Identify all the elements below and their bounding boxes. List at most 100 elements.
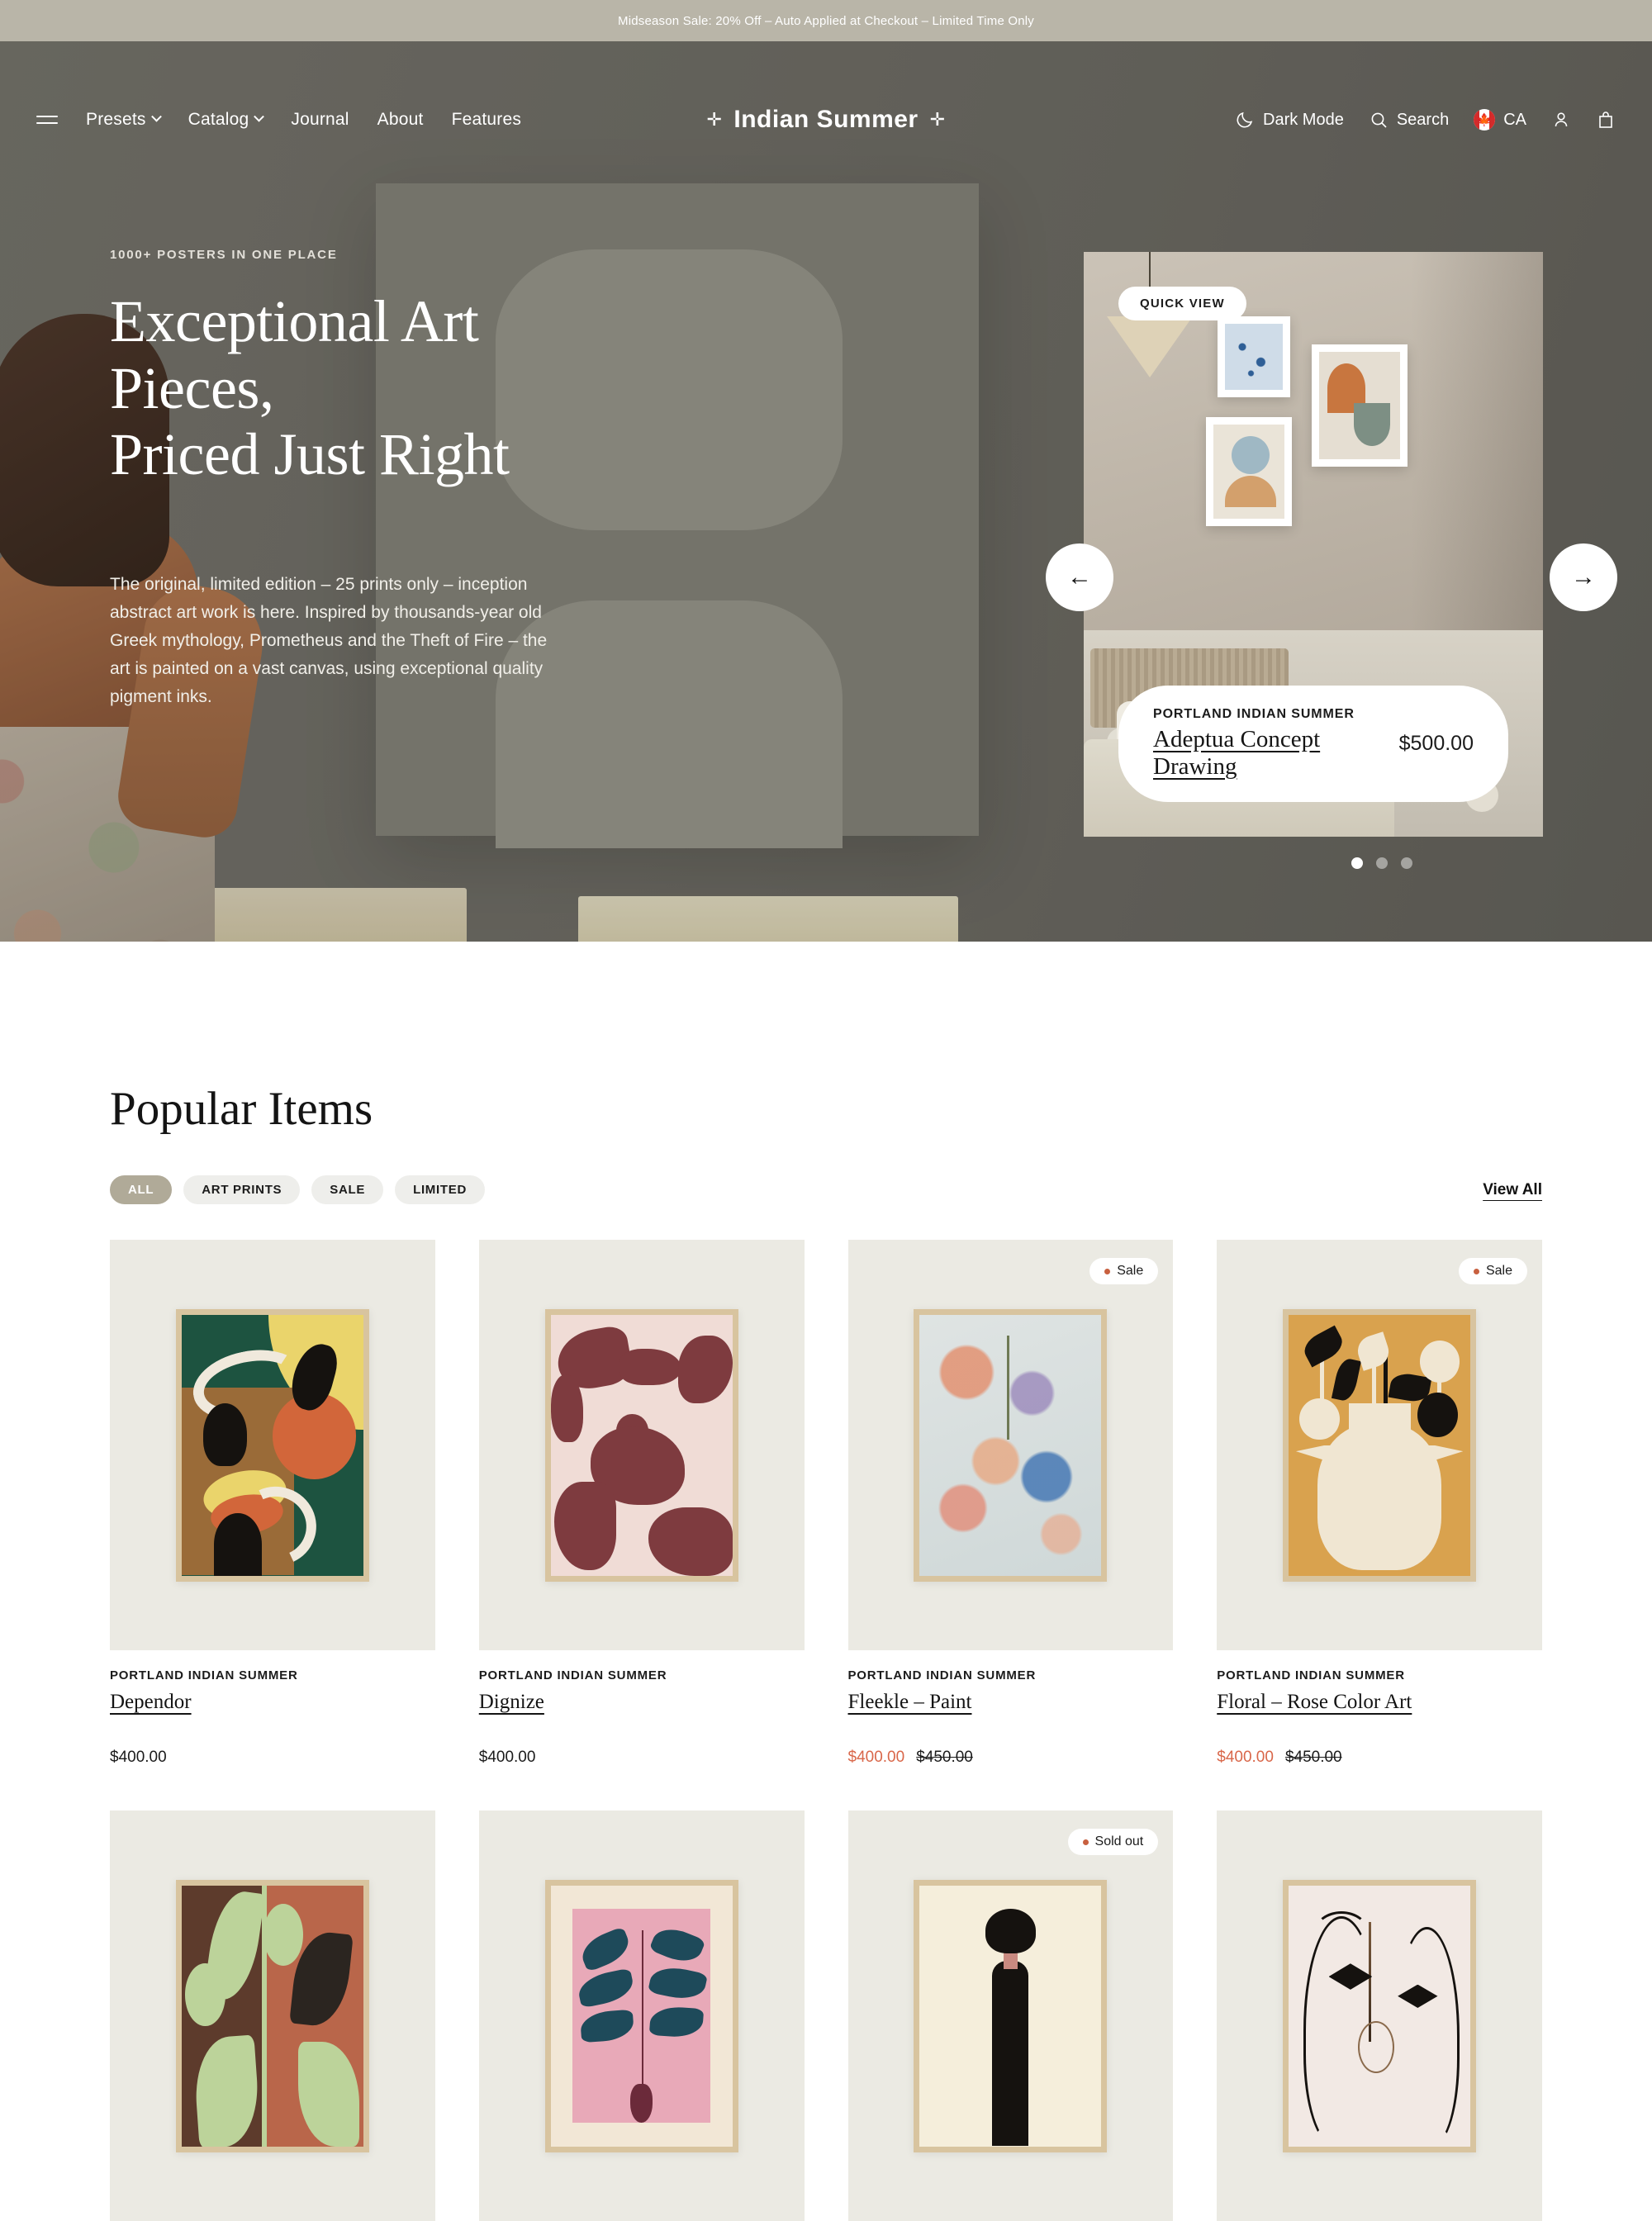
- product-frame: [175, 1308, 369, 1582]
- product-thumbnail[interactable]: [478, 1810, 805, 2221]
- maple-leaf-glyph: 🍁: [1476, 112, 1493, 127]
- product-prices: $400.00: [479, 1749, 805, 1767]
- hero-copy: 1000+ POSTERS IN ONE PLACE Exceptional A…: [110, 248, 622, 711]
- product-thumbnail[interactable]: [110, 1810, 435, 2221]
- product-artwork: [181, 1314, 363, 1576]
- product-frame: [914, 1879, 1108, 2152]
- search-button[interactable]: Search: [1369, 110, 1449, 130]
- product-vendor: PORTLAND INDIAN SUMMER: [1217, 1668, 1405, 1682]
- search-icon: [1371, 112, 1387, 128]
- badge-label: Sold out: [1094, 1834, 1144, 1848]
- product-artwork: [181, 1885, 363, 2147]
- nav-item-journal[interactable]: Journal: [291, 110, 349, 130]
- hero-title-line-2: Priced Just Right: [110, 421, 510, 488]
- product-card[interactable]: [1217, 1810, 1542, 2221]
- dark-mode-label: Dark Mode: [1263, 110, 1344, 129]
- product-name[interactable]: Floral – Rose Color Art: [1217, 1691, 1412, 1714]
- product-thumbnail[interactable]: [1217, 1810, 1542, 2221]
- product-artwork: [550, 1885, 733, 2147]
- product-frame: [175, 1879, 369, 2152]
- product-card[interactable]: PORTLAND INDIAN SUMMER Dignize $400.00: [478, 1240, 805, 1767]
- carousel-dot-3[interactable]: [1401, 857, 1412, 869]
- quick-view-button[interactable]: QUICK VIEW: [1118, 287, 1246, 320]
- main-navigation: Presets Catalog Journal About Features ✛…: [0, 83, 1652, 157]
- product-frame: [1283, 1879, 1477, 2152]
- hero-section: Presets Catalog Journal About Features ✛…: [0, 41, 1652, 942]
- product-price: $400.00: [1217, 1749, 1274, 1766]
- product-artwork: [1289, 1885, 1471, 2147]
- product-prices: $400.00 $450.00: [1217, 1749, 1542, 1767]
- product-artwork: [1289, 1314, 1471, 1576]
- account-icon[interactable]: [1551, 110, 1571, 130]
- site-logo[interactable]: ✛ Indian Summer ✛: [706, 106, 945, 134]
- product-frame: [544, 1308, 738, 1582]
- product-card[interactable]: Sale PORTLAND INDIAN SUMMER Floral – Ros…: [1217, 1240, 1542, 1767]
- carousel-dot-2[interactable]: [1376, 857, 1388, 869]
- hero-carousel-slide[interactable]: QUICK VIEW PORTLAND INDIAN SUMMER Adeptu…: [1084, 252, 1543, 837]
- pendant-lamp-icon: [1107, 316, 1193, 377]
- dark-mode-toggle[interactable]: Dark Mode: [1235, 110, 1344, 130]
- hero-product-title[interactable]: Adeptua Concept Drawing: [1153, 726, 1383, 781]
- filter-pill-all[interactable]: ALL: [110, 1175, 173, 1204]
- product-thumbnail[interactable]: [478, 1240, 805, 1650]
- nav-item-presets[interactable]: Presets: [86, 110, 162, 130]
- carousel-pagination-dots: [1351, 857, 1412, 869]
- country-selector[interactable]: 🍁 CA: [1474, 109, 1526, 131]
- product-meta: PORTLAND INDIAN SUMMER Dignize $400.00: [479, 1650, 805, 1767]
- product-thumbnail[interactable]: Sale: [847, 1240, 1174, 1650]
- badge-dot-icon: [1473, 1268, 1479, 1274]
- filter-pills: ALL ART PRINTS SALE LIMITED: [110, 1175, 485, 1204]
- product-meta: PORTLAND INDIAN SUMMER Dependor $400.00: [110, 1650, 435, 1767]
- status-badge: Sale: [1458, 1258, 1527, 1284]
- popular-items-section: Popular Items ALL ART PRINTS SALE LIMITE…: [0, 942, 1652, 2221]
- product-frame: [1283, 1308, 1477, 1582]
- hero-title: Exceptional Art Pieces, Priced Just Righ…: [110, 288, 622, 488]
- room-framed-art-2: [1312, 344, 1408, 467]
- nav-item-features[interactable]: Features: [452, 110, 521, 130]
- carousel-dot-1[interactable]: [1351, 857, 1363, 869]
- product-name[interactable]: Dignize: [479, 1691, 544, 1714]
- product-prices: $400.00: [110, 1749, 435, 1767]
- product-card[interactable]: Sold out: [847, 1810, 1174, 2221]
- product-card[interactable]: PORTLAND INDIAN SUMMER Dependor $400.00: [110, 1240, 435, 1767]
- logo-text: Indian Summer: [733, 106, 919, 133]
- product-thumbnail[interactable]: [110, 1240, 435, 1650]
- room-framed-art-3: [1206, 417, 1292, 526]
- hero-paragraph: The original, limited edition – 25 print…: [110, 574, 548, 706]
- product-name[interactable]: Dependor: [110, 1691, 192, 1714]
- carousel-next-button[interactable]: →: [1550, 543, 1617, 611]
- hamburger-menu-icon[interactable]: [36, 114, 58, 126]
- product-compare-price: $450.00: [916, 1749, 973, 1766]
- nav-left-group: Presets Catalog Journal About Features: [36, 110, 521, 130]
- product-price: $400.00: [110, 1749, 167, 1766]
- hero-title-line-1: Exceptional Art Pieces,: [110, 288, 479, 421]
- product-frame: [544, 1879, 738, 2152]
- product-artwork: [550, 1314, 733, 1576]
- nav-item-catalog[interactable]: Catalog: [188, 110, 265, 130]
- filter-pill-limited[interactable]: LIMITED: [395, 1175, 485, 1204]
- country-label: CA: [1503, 110, 1526, 129]
- product-price: $400.00: [847, 1749, 905, 1766]
- hero-product-price: $500.00: [1398, 732, 1474, 755]
- view-all-link[interactable]: View All: [1483, 1181, 1542, 1199]
- product-card[interactable]: Sale PORTLAND INDIAN SUMMER Fleekle – Pa…: [847, 1240, 1174, 1767]
- moon-icon: [1237, 112, 1253, 128]
- product-meta: PORTLAND INDIAN SUMMER Fleekle – Paint $…: [848, 1650, 1174, 1767]
- filter-pill-sale[interactable]: SALE: [311, 1175, 384, 1204]
- badge-dot-icon: [1104, 1268, 1111, 1274]
- nav-utilities: Dark Mode Search 🍁 CA: [1235, 109, 1616, 131]
- carousel-prev-button[interactable]: ←: [1046, 543, 1113, 611]
- filter-pill-art-prints[interactable]: ART PRINTS: [183, 1175, 301, 1204]
- product-card[interactable]: [110, 1810, 435, 2221]
- product-name[interactable]: Fleekle – Paint: [848, 1691, 972, 1714]
- hero-product-card[interactable]: PORTLAND INDIAN SUMMER Adeptua Concept D…: [1118, 686, 1508, 802]
- shopping-bag-icon[interactable]: [1596, 110, 1616, 130]
- badge-dot-icon: [1082, 1839, 1089, 1845]
- product-card[interactable]: [478, 1810, 805, 2221]
- room-framed-art-1: [1218, 316, 1290, 397]
- product-thumbnail[interactable]: Sale: [1217, 1240, 1542, 1650]
- nav-item-about[interactable]: About: [377, 110, 424, 130]
- hero-product-info: PORTLAND INDIAN SUMMER Adeptua Concept D…: [1153, 707, 1383, 781]
- announcement-bar: Midseason Sale: 20% Off – Auto Applied a…: [0, 0, 1652, 41]
- product-thumbnail[interactable]: Sold out: [847, 1810, 1174, 2221]
